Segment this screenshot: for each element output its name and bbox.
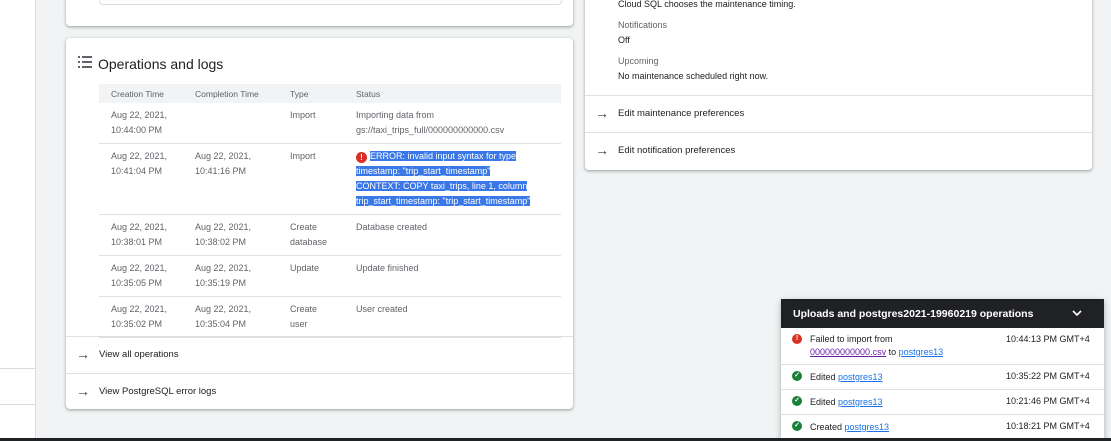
- upload-item: ✓ Created postgres13 10:18:21 PM GMT+4: [781, 415, 1104, 439]
- completion-time: Aug 22, 2021, 10:35:04 PM: [183, 296, 278, 338]
- table-row: Aug 22, 2021, 10:44:00 PM Import Importin…: [99, 103, 561, 144]
- status: Importing data from gs://taxi_trips_full/…: [344, 103, 561, 144]
- target-link[interactable]: postgres13: [838, 372, 883, 382]
- status: Database created: [344, 214, 561, 256]
- type: Create database: [278, 214, 344, 256]
- creation-time: Aug 22, 2021, 10:44:00 PM: [99, 103, 183, 144]
- operations-title: Operations and logs: [98, 56, 224, 72]
- error-circle-icon: !: [356, 152, 367, 163]
- uploads-panel-header: Uploads and postgres2021-19960219 operat…: [781, 299, 1104, 328]
- arrow-right-icon: →: [76, 346, 90, 362]
- table-header: Creation Time Completion Time Type Statu…: [99, 84, 561, 103]
- target-link[interactable]: postgres13: [899, 347, 944, 357]
- status-error[interactable]: ! ERROR: invalid input syntax for type ti…: [344, 143, 561, 215]
- status-error-line: ERROR: invalid input syntax for type: [370, 151, 517, 161]
- operations-card: Operations and logs Creation Time Comple…: [66, 38, 573, 409]
- operations-table: Creation Time Completion Time Type Statu…: [99, 84, 561, 338]
- notifications-value: Off: [618, 35, 630, 45]
- completion-time: Aug 22, 2021, 10:41:16 PM: [183, 143, 278, 215]
- left-rail: [0, 0, 36, 438]
- left-rail-divider: [0, 368, 35, 369]
- check-circle-icon: ✓: [792, 371, 802, 381]
- upload-item: ✓ Edited postgres13 10:35:22 PM GMT+4: [781, 365, 1104, 390]
- completion-time: [183, 103, 278, 144]
- target-link[interactable]: postgres13: [838, 397, 883, 407]
- col-completion-time: Completion Time: [183, 84, 278, 103]
- upload-item-text: Failed to import from 000000000000.csv t…: [810, 334, 944, 357]
- storage-box: [99, 0, 562, 5]
- status: User created: [344, 296, 561, 338]
- status-error-line: CONTEXT: COPY taxi_trips, line 1, column: [356, 181, 528, 191]
- type: Import: [278, 143, 344, 215]
- col-type: Type: [278, 84, 344, 103]
- upload-item: ✓ Edited postgres13 10:21:46 PM GMT+4: [781, 390, 1104, 415]
- edit-notifications-label: Edit notification preferences: [618, 145, 736, 156]
- view-all-operations-link[interactable]: → View all operations: [66, 336, 573, 373]
- maintenance-card: Cloud SQL chooses the maintenance timing…: [585, 0, 1092, 170]
- upload-item-time: 10:18:21 PM GMT+4: [1006, 421, 1090, 431]
- maintenance-timing-text: Cloud SQL chooses the maintenance timing…: [618, 0, 796, 9]
- type: Create user: [278, 296, 344, 338]
- completion-time: Aug 22, 2021, 10:35:19 PM: [183, 255, 278, 297]
- edit-maintenance-link[interactable]: → Edit maintenance preferences: [585, 95, 1092, 132]
- uploads-panel-title: Uploads and postgres2021-19960219 operat…: [793, 308, 1034, 320]
- view-error-logs-label: View PostgreSQL error logs: [99, 386, 217, 397]
- arrow-right-icon: →: [76, 383, 90, 399]
- completion-time: Aug 22, 2021, 10:38:02 PM: [183, 214, 278, 256]
- creation-time: Aug 22, 2021, 10:35:05 PM: [99, 255, 183, 297]
- col-status: Status: [344, 84, 561, 103]
- upcoming-value: No maintenance scheduled right now.: [618, 71, 769, 81]
- status: Update finished: [344, 255, 561, 297]
- table-row: Aug 22, 2021, 10:41:04 PM Aug 22, 2021, 10…: [99, 143, 561, 215]
- view-error-logs-link[interactable]: → View PostgreSQL error logs: [66, 373, 573, 410]
- error-circle-icon: !: [792, 334, 802, 344]
- list-icon: [78, 56, 92, 68]
- storage-card-partial: [66, 0, 573, 26]
- table-row: Aug 22, 2021, 10:38:01 PM Aug 22, 2021, 10…: [99, 214, 561, 256]
- creation-time: Aug 22, 2021, 10:35:02 PM: [99, 296, 183, 338]
- file-link[interactable]: 000000000000.csv: [810, 347, 886, 357]
- upload-item-text: Created postgres13: [810, 422, 890, 432]
- status-error-line: trip_start_timestamp: "trip_start_timest…: [356, 196, 531, 206]
- arrow-right-icon: →: [595, 142, 609, 158]
- upload-item-time: 10:44:13 PM GMT+4: [1006, 334, 1090, 344]
- status-error-line: timestamp: "trip_start_timestamp": [356, 166, 491, 176]
- upload-item: ! Failed to import from 000000000000.csv…: [781, 329, 1104, 365]
- table-row: Aug 22, 2021, 10:35:02 PM Aug 22, 2021, 10…: [99, 296, 561, 338]
- table-row: Aug 22, 2021, 10:35:05 PM Aug 22, 2021, 10…: [99, 255, 561, 297]
- target-link[interactable]: postgres13: [845, 422, 890, 432]
- upload-item-text: Edited postgres13: [810, 397, 883, 407]
- type: Update: [278, 255, 344, 297]
- upload-item-time: 10:35:22 PM GMT+4: [1006, 371, 1090, 381]
- view-all-operations-label: View all operations: [99, 349, 179, 360]
- left-rail-divider: [0, 404, 35, 405]
- arrow-right-icon: →: [595, 105, 609, 121]
- check-circle-icon: ✓: [792, 421, 802, 431]
- check-circle-icon: ✓: [792, 396, 802, 406]
- upload-item-time: 10:21:46 PM GMT+4: [1006, 396, 1090, 406]
- chevron-down-icon[interactable]: [1070, 306, 1084, 320]
- edit-notifications-link[interactable]: → Edit notification preferences: [585, 132, 1092, 169]
- type: Import: [278, 103, 344, 144]
- creation-time: Aug 22, 2021, 10:41:04 PM: [99, 143, 183, 215]
- edit-maintenance-label: Edit maintenance preferences: [618, 108, 745, 119]
- notifications-label: Notifications: [618, 20, 668, 30]
- uploads-panel: Uploads and postgres2021-19960219 operat…: [781, 299, 1104, 441]
- col-creation-time: Creation Time: [99, 84, 183, 103]
- upcoming-label: Upcoming: [618, 56, 659, 66]
- creation-time: Aug 22, 2021, 10:38:01 PM: [99, 214, 183, 256]
- upload-item-text: Edited postgres13: [810, 372, 883, 382]
